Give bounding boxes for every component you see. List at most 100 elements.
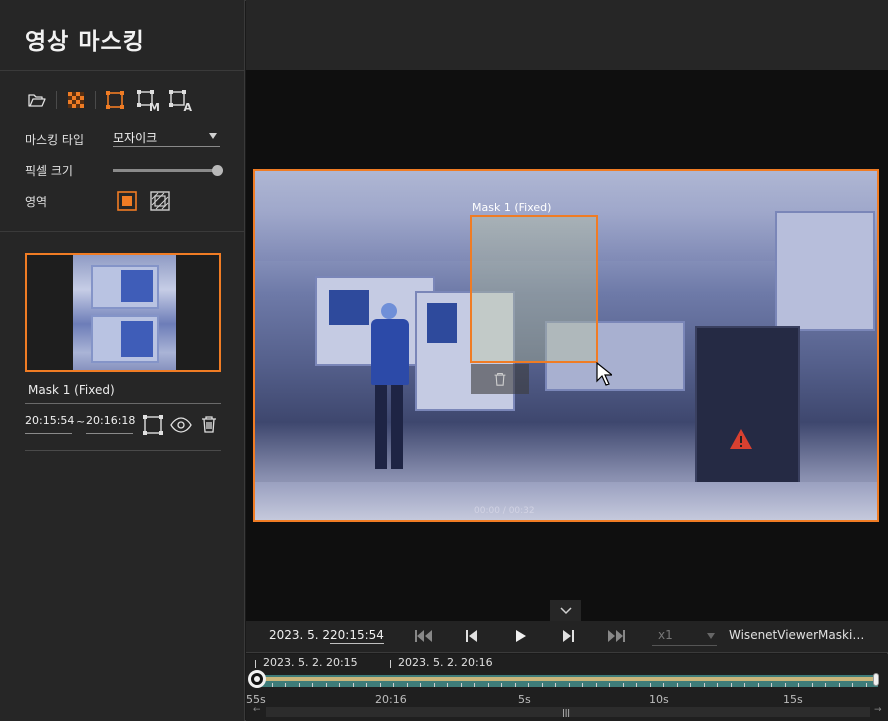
eye-icon[interactable] <box>170 415 192 435</box>
timeline-tick <box>690 683 691 687</box>
skip-end-icon <box>608 630 625 642</box>
masking-type-label: 마스킹 타입 <box>25 133 85 147</box>
timeline-label: 10s <box>649 693 669 706</box>
mask-thumbnail[interactable] <box>25 253 221 372</box>
left-panel: 영상 마스킹 M A 마스킹 타입 모자이크 픽셀 크기 영역 Mask 1 (… <box>0 0 245 721</box>
area-inside-icon[interactable] <box>117 191 137 211</box>
video-timestamp: 00:00 / 00:32 <box>474 506 535 516</box>
pixel-size-label: 픽셀 크기 <box>25 164 73 178</box>
timeline-tick <box>514 683 516 687</box>
timeline-tick <box>528 683 529 687</box>
timeline-tick <box>568 683 570 687</box>
timeline-label: 15s <box>783 693 803 706</box>
playback-date: 2023. 5. 2. <box>269 628 334 642</box>
timeline-tick <box>406 683 408 687</box>
timeline-tick <box>609 683 610 687</box>
pixel-size-slider[interactable] <box>113 165 223 176</box>
divider <box>0 70 245 71</box>
mask-region[interactable] <box>470 215 598 363</box>
rect-auto-icon[interactable]: A <box>168 89 192 114</box>
rect-manual-icon[interactable]: M <box>136 89 160 114</box>
mouse-cursor-icon <box>596 362 612 386</box>
timeline-date-marker: 2023. 5. 2. 20:15 <box>263 656 358 669</box>
timeline-tick <box>447 683 448 687</box>
speed-value: x1 <box>658 628 673 642</box>
timeline-tick <box>663 683 664 687</box>
timeline-tick <box>352 683 354 687</box>
timeline-tick <box>285 683 286 687</box>
masking-type-select[interactable]: 모자이크 <box>113 129 220 147</box>
timeline-tick <box>757 683 759 687</box>
timeline-tick <box>825 683 826 687</box>
time-separator: ~ <box>76 415 86 428</box>
mask-start-time[interactable]: 20:15:54 <box>25 414 74 434</box>
timeline-tick <box>460 683 462 687</box>
timeline-tick <box>649 683 651 687</box>
timeline-tick <box>339 683 340 687</box>
folder-open-icon[interactable] <box>26 89 48 111</box>
timeline-tick <box>474 683 475 687</box>
slider-handle[interactable] <box>212 165 223 176</box>
skip-start-icon <box>415 630 432 642</box>
timeline-tick <box>622 683 624 687</box>
timeline-tick <box>271 683 273 687</box>
speed-select[interactable]: x1 <box>652 628 717 646</box>
mask-delete-button[interactable] <box>471 364 529 394</box>
skip-to-start-button[interactable] <box>414 628 434 644</box>
next-frame-icon <box>563 630 574 642</box>
edit-area-icon[interactable] <box>143 415 163 435</box>
timeline-tick <box>298 683 300 687</box>
playback-time-field[interactable]: 20:15:54 <box>330 628 384 644</box>
rect-mask-icon[interactable] <box>104 89 126 111</box>
timeline-tick <box>811 683 813 687</box>
scroll-left-icon[interactable]: ← <box>253 705 261 715</box>
manual-letter: M <box>149 101 160 114</box>
timeline-tick <box>433 683 435 687</box>
trash-icon[interactable] <box>200 415 220 435</box>
chevron-down-icon <box>707 633 715 639</box>
timeline-tick <box>703 683 705 687</box>
auto-letter: A <box>183 101 192 114</box>
header-area <box>246 0 888 70</box>
timeline-tick <box>541 683 543 687</box>
prev-frame-icon <box>466 630 477 642</box>
play-button[interactable] <box>511 628 531 644</box>
trash-icon <box>494 373 506 386</box>
area-outside-icon[interactable] <box>150 191 170 211</box>
timeline-label: 5s <box>518 693 531 706</box>
timeline-tick <box>838 683 840 687</box>
timeline-tick <box>393 683 394 687</box>
timeline-tick <box>555 683 556 687</box>
timeline-tick <box>420 683 421 687</box>
timeline-tick <box>312 683 313 687</box>
timeline-scrollbar[interactable]: ||| <box>266 707 870 717</box>
timeline-tick <box>744 683 745 687</box>
next-frame-button[interactable] <box>558 628 578 644</box>
mask-end-time[interactable]: 20:16:18 <box>86 414 135 434</box>
scroll-right-icon[interactable]: → <box>874 705 882 715</box>
skip-to-end-button[interactable] <box>606 628 626 644</box>
mask-name-field[interactable]: Mask 1 (Fixed) <box>25 383 221 404</box>
masking-type-value: 모자이크 <box>113 131 158 145</box>
timeline-tick <box>487 683 489 687</box>
timeline-tick <box>717 683 718 687</box>
timeline-tick <box>325 683 327 687</box>
chevron-down-icon <box>559 606 572 614</box>
mask-overlay-label: Mask 1 (Fixed) <box>472 201 552 214</box>
file-name: WisenetViewerMaskin... <box>729 628 869 642</box>
timeline-track[interactable] <box>258 675 878 687</box>
mask-thumbnail-image <box>73 255 176 370</box>
scroll-grip-icon[interactable]: ||| <box>562 708 570 717</box>
playhead[interactable] <box>248 670 266 688</box>
collapse-button[interactable] <box>550 600 581 621</box>
mosaic-icon[interactable] <box>65 89 87 111</box>
timeline-tick <box>582 683 583 687</box>
timeline-tick <box>865 683 867 687</box>
timeline-tick <box>676 683 678 687</box>
timeline-tick <box>852 683 853 687</box>
timeline-label: 20:16 <box>375 693 407 706</box>
timeline-end-handle[interactable] <box>873 673 879 686</box>
timeline-date-marker: 2023. 5. 2. 20:16 <box>398 656 493 669</box>
timeline-tick <box>595 683 597 687</box>
prev-frame-button[interactable] <box>462 628 482 644</box>
